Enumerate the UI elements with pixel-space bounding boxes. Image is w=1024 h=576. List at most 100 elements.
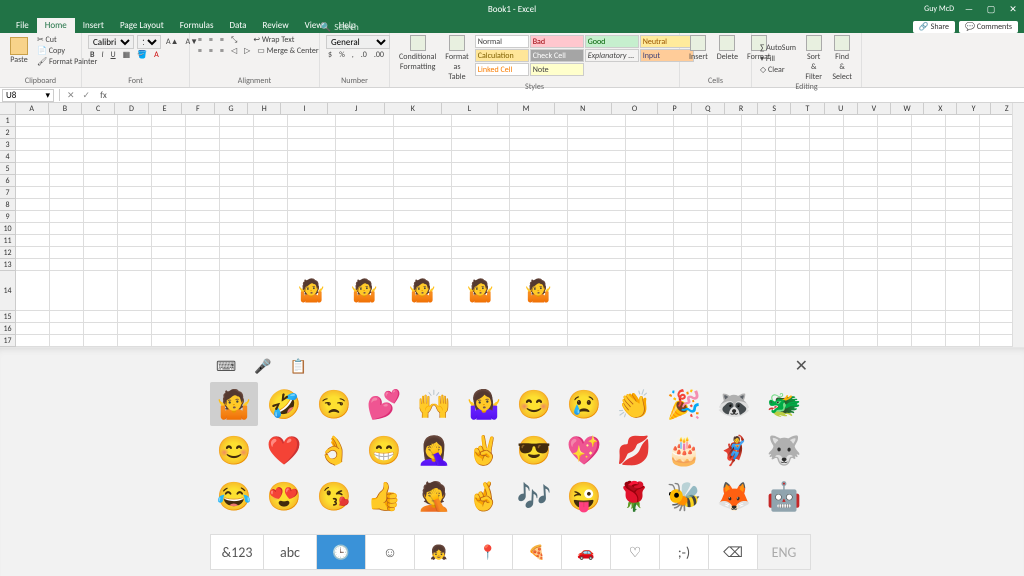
fx-button[interactable]: fx	[94, 90, 113, 101]
cell-X4[interactable]	[946, 151, 980, 163]
cell-U5[interactable]	[844, 163, 878, 175]
insert-cells-button[interactable]: Insert	[686, 35, 711, 62]
cell-U11[interactable]	[844, 235, 878, 247]
cell-A1[interactable]	[16, 115, 50, 127]
cell-P3[interactable]	[674, 139, 708, 151]
close-button[interactable]: ✕	[1002, 4, 1024, 15]
cell-X14[interactable]	[946, 271, 980, 311]
cell-S12[interactable]	[776, 247, 810, 259]
bold-button[interactable]: B	[88, 50, 96, 60]
cell-L10[interactable]	[452, 223, 510, 235]
indent-inc-button[interactable]: ▷	[242, 46, 252, 56]
cell-J3[interactable]	[336, 139, 394, 151]
cell-P9[interactable]	[674, 211, 708, 223]
cell-Y15[interactable]	[980, 311, 1014, 323]
cell-M15[interactable]	[510, 311, 568, 323]
cell-U3[interactable]	[844, 139, 878, 151]
cell-M17[interactable]	[510, 335, 568, 347]
cell-V11[interactable]	[878, 235, 912, 247]
cell-Y8[interactable]	[980, 199, 1014, 211]
cell-S15[interactable]	[776, 311, 810, 323]
cell-B6[interactable]	[50, 175, 84, 187]
cell-M11[interactable]	[510, 235, 568, 247]
col-header-M[interactable]: M	[498, 103, 555, 114]
cell-K5[interactable]	[394, 163, 452, 175]
cell-O7[interactable]	[626, 187, 674, 199]
cell-B13[interactable]	[50, 259, 84, 271]
cell-U1[interactable]	[844, 115, 878, 127]
col-header-Q[interactable]: Q	[692, 103, 725, 114]
cell-K7[interactable]	[394, 187, 452, 199]
cell-B16[interactable]	[50, 323, 84, 335]
cell-E16[interactable]	[152, 323, 186, 335]
align-left-button[interactable]: ≡	[196, 46, 204, 56]
cell-B15[interactable]	[50, 311, 84, 323]
cell-L8[interactable]	[452, 199, 510, 211]
cell-W17[interactable]	[912, 335, 946, 347]
cell-U12[interactable]	[844, 247, 878, 259]
col-header-F[interactable]: F	[182, 103, 215, 114]
cell-A2[interactable]	[16, 127, 50, 139]
microphone-icon[interactable]: 🎤	[254, 358, 271, 375]
align-center-button[interactable]: ≡	[207, 46, 215, 56]
emoji-1-3[interactable]: 😁	[360, 428, 408, 472]
cell-E5[interactable]	[152, 163, 186, 175]
cell-V16[interactable]	[878, 323, 912, 335]
number-format-select[interactable]: General	[326, 35, 390, 49]
style-explanatory[interactable]: Explanatory ...	[585, 49, 639, 62]
cell-P5[interactable]	[674, 163, 708, 175]
cell-Q17[interactable]	[708, 335, 742, 347]
cell-C8[interactable]	[84, 199, 118, 211]
col-header-R[interactable]: R	[725, 103, 758, 114]
cell-Y6[interactable]	[980, 175, 1014, 187]
cell-R4[interactable]	[742, 151, 776, 163]
recent-tab[interactable]: 🕒	[316, 534, 366, 570]
cell-B8[interactable]	[50, 199, 84, 211]
cell-X5[interactable]	[946, 163, 980, 175]
cell-F10[interactable]	[186, 223, 220, 235]
row-header-17[interactable]: 17	[0, 335, 16, 347]
row-header-5[interactable]: 5	[0, 163, 16, 175]
cell-Q9[interactable]	[708, 211, 742, 223]
comma-button[interactable]: ,	[350, 50, 356, 60]
cell-O12[interactable]	[626, 247, 674, 259]
col-header-E[interactable]: E	[149, 103, 182, 114]
cell-S5[interactable]	[776, 163, 810, 175]
emoji-1-2[interactable]: 👌	[310, 428, 358, 472]
cell-F11[interactable]	[186, 235, 220, 247]
cell-P4[interactable]	[674, 151, 708, 163]
cell-T16[interactable]	[810, 323, 844, 335]
cell-I17[interactable]	[288, 335, 336, 347]
cell-D11[interactable]	[118, 235, 152, 247]
cell-R13[interactable]	[742, 259, 776, 271]
cell-N17[interactable]	[568, 335, 626, 347]
cell-F17[interactable]	[186, 335, 220, 347]
cell-S8[interactable]	[776, 199, 810, 211]
cell-R15[interactable]	[742, 311, 776, 323]
cell-B17[interactable]	[50, 335, 84, 347]
abc-tab[interactable]: abc	[263, 534, 317, 570]
style-bad[interactable]: Bad	[530, 35, 584, 48]
underline-button[interactable]: U	[109, 50, 118, 60]
cell-I16[interactable]	[288, 323, 336, 335]
cell-G14[interactable]	[220, 271, 254, 311]
cell-B4[interactable]	[50, 151, 84, 163]
cell-E9[interactable]	[152, 211, 186, 223]
cell-F6[interactable]	[186, 175, 220, 187]
cell-Q11[interactable]	[708, 235, 742, 247]
cell-K8[interactable]	[394, 199, 452, 211]
cell-L12[interactable]	[452, 247, 510, 259]
emoji-0-8[interactable]: 👏	[610, 382, 658, 426]
emoji-1-8[interactable]: 💋	[610, 428, 658, 472]
cell-U4[interactable]	[844, 151, 878, 163]
cell-G9[interactable]	[220, 211, 254, 223]
comments-button[interactable]: 💬 Comments	[959, 21, 1018, 33]
cell-W10[interactable]	[912, 223, 946, 235]
cell-H1[interactable]	[254, 115, 288, 127]
cell-T13[interactable]	[810, 259, 844, 271]
cell-K1[interactable]	[394, 115, 452, 127]
cell-B5[interactable]	[50, 163, 84, 175]
col-header-T[interactable]: T	[791, 103, 824, 114]
cell-H15[interactable]	[254, 311, 288, 323]
cell-O14[interactable]	[626, 271, 674, 311]
